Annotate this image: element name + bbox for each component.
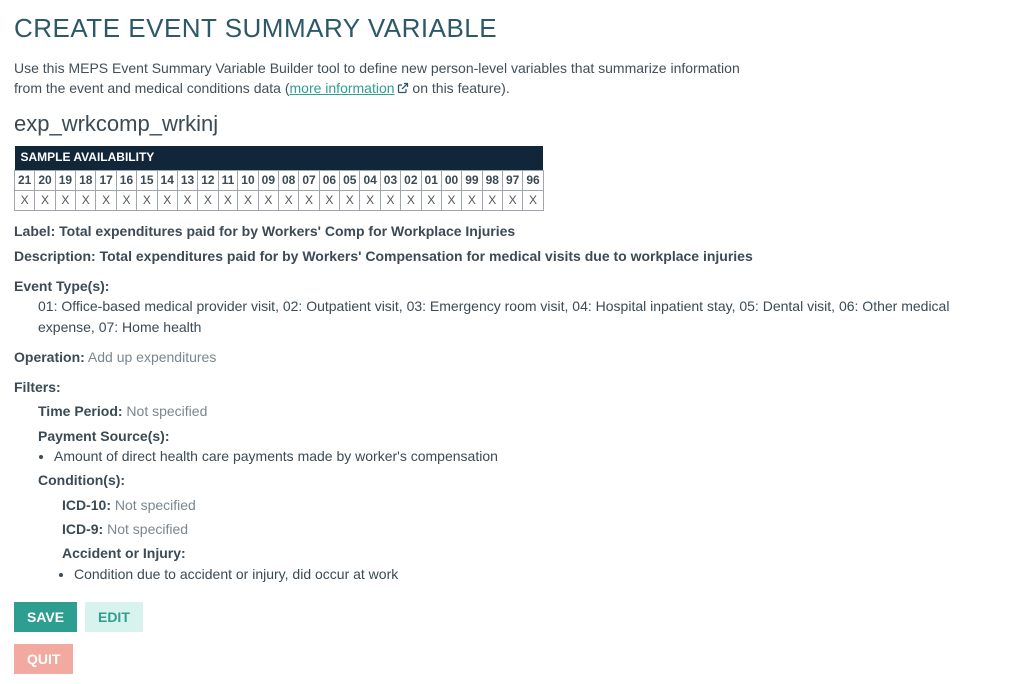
event-types-value: 01: Office-based medical provider visit,…	[38, 296, 1010, 337]
year-cell: 97	[502, 170, 522, 190]
mark-cell: X	[441, 190, 461, 210]
intro-post: on this feature).	[409, 80, 510, 96]
icd10-value: Not specified	[111, 497, 196, 513]
year-cell: 15	[137, 170, 157, 190]
year-cell: 08	[279, 170, 299, 190]
year-cell: 12	[198, 170, 218, 190]
icd9-label: ICD-9:	[62, 521, 103, 537]
mark-cell: X	[35, 190, 55, 210]
filters-label: Filters:	[14, 379, 61, 395]
year-cell: 03	[380, 170, 400, 190]
year-cell: 06	[319, 170, 339, 190]
mark-cell: X	[319, 190, 339, 210]
intro-text: Use this MEPS Event Summary Variable Bui…	[14, 58, 754, 99]
mark-cell: X	[116, 190, 136, 210]
mark-cell: X	[401, 190, 421, 210]
mark-cell: X	[55, 190, 75, 210]
accident-item: Condition due to accident or injury, did…	[74, 564, 1010, 584]
year-cell: 11	[218, 170, 238, 190]
mark-cell: X	[421, 190, 441, 210]
mark-cell: X	[218, 190, 238, 210]
year-cell: 10	[238, 170, 258, 190]
save-button[interactable]: SAVE	[14, 602, 77, 632]
mark-cell: X	[157, 190, 177, 210]
label-row: Label: Total expenditures paid for by Wo…	[14, 221, 1010, 241]
mark-cell: X	[258, 190, 278, 210]
year-cell: 18	[76, 170, 96, 190]
quit-button[interactable]: QUIT	[14, 644, 73, 674]
mark-cell: X	[177, 190, 197, 210]
mark-cell: X	[15, 190, 35, 210]
mark-cell: X	[523, 190, 543, 210]
payment-source-item: Amount of direct health care payments ma…	[54, 446, 1010, 466]
year-cell: 19	[55, 170, 75, 190]
mark-cell: X	[137, 190, 157, 210]
conditions-label: Condition(s):	[38, 472, 125, 488]
year-cell: 07	[299, 170, 319, 190]
year-cell: 05	[340, 170, 360, 190]
edit-button[interactable]: EDIT	[85, 602, 143, 632]
year-cell: 17	[96, 170, 116, 190]
external-link-icon	[397, 82, 409, 94]
mark-cell: X	[299, 190, 319, 210]
mark-cell: X	[482, 190, 502, 210]
icd9-value: Not specified	[103, 521, 188, 537]
mark-cell: X	[360, 190, 380, 210]
sample-availability-table: SAMPLE AVAILABILITY 21201918171615141312…	[14, 146, 544, 211]
mark-cell: X	[279, 190, 299, 210]
payment-source-label: Payment Source(s):	[38, 428, 169, 444]
mark-cell: X	[502, 190, 522, 210]
year-cell: 04	[360, 170, 380, 190]
more-info-link[interactable]: more information	[290, 80, 409, 96]
mark-cell: X	[238, 190, 258, 210]
mark-cell: X	[380, 190, 400, 210]
mark-cell: X	[96, 190, 116, 210]
year-cell: 99	[462, 170, 482, 190]
mark-cell: X	[198, 190, 218, 210]
description-row: Description: Total expenditures paid for…	[14, 246, 1010, 266]
year-cell: 01	[421, 170, 441, 190]
event-types-label: Event Type(s):	[14, 278, 109, 294]
year-cell: 13	[177, 170, 197, 190]
mark-cell: X	[462, 190, 482, 210]
time-period-label: Time Period:	[38, 403, 123, 419]
sample-header: SAMPLE AVAILABILITY	[15, 146, 544, 170]
operation-value: Add up expenditures	[85, 349, 217, 365]
page-title: CREATE EVENT SUMMARY VARIABLE	[14, 10, 1010, 48]
variable-name: exp_wrkcomp_wrkinj	[14, 108, 1010, 140]
time-period-value: Not specified	[123, 403, 208, 419]
year-cell: 02	[401, 170, 421, 190]
year-cell: 14	[157, 170, 177, 190]
year-cell: 96	[523, 170, 543, 190]
accident-label: Accident or Injury:	[62, 545, 186, 561]
mark-cell: X	[340, 190, 360, 210]
year-cell: 00	[441, 170, 461, 190]
year-cell: 09	[258, 170, 278, 190]
year-cell: 98	[482, 170, 502, 190]
mark-cell: X	[76, 190, 96, 210]
year-cell: 16	[116, 170, 136, 190]
year-cell: 20	[35, 170, 55, 190]
year-cell: 21	[15, 170, 35, 190]
operation-label: Operation:	[14, 349, 85, 365]
icd10-label: ICD-10:	[62, 497, 111, 513]
